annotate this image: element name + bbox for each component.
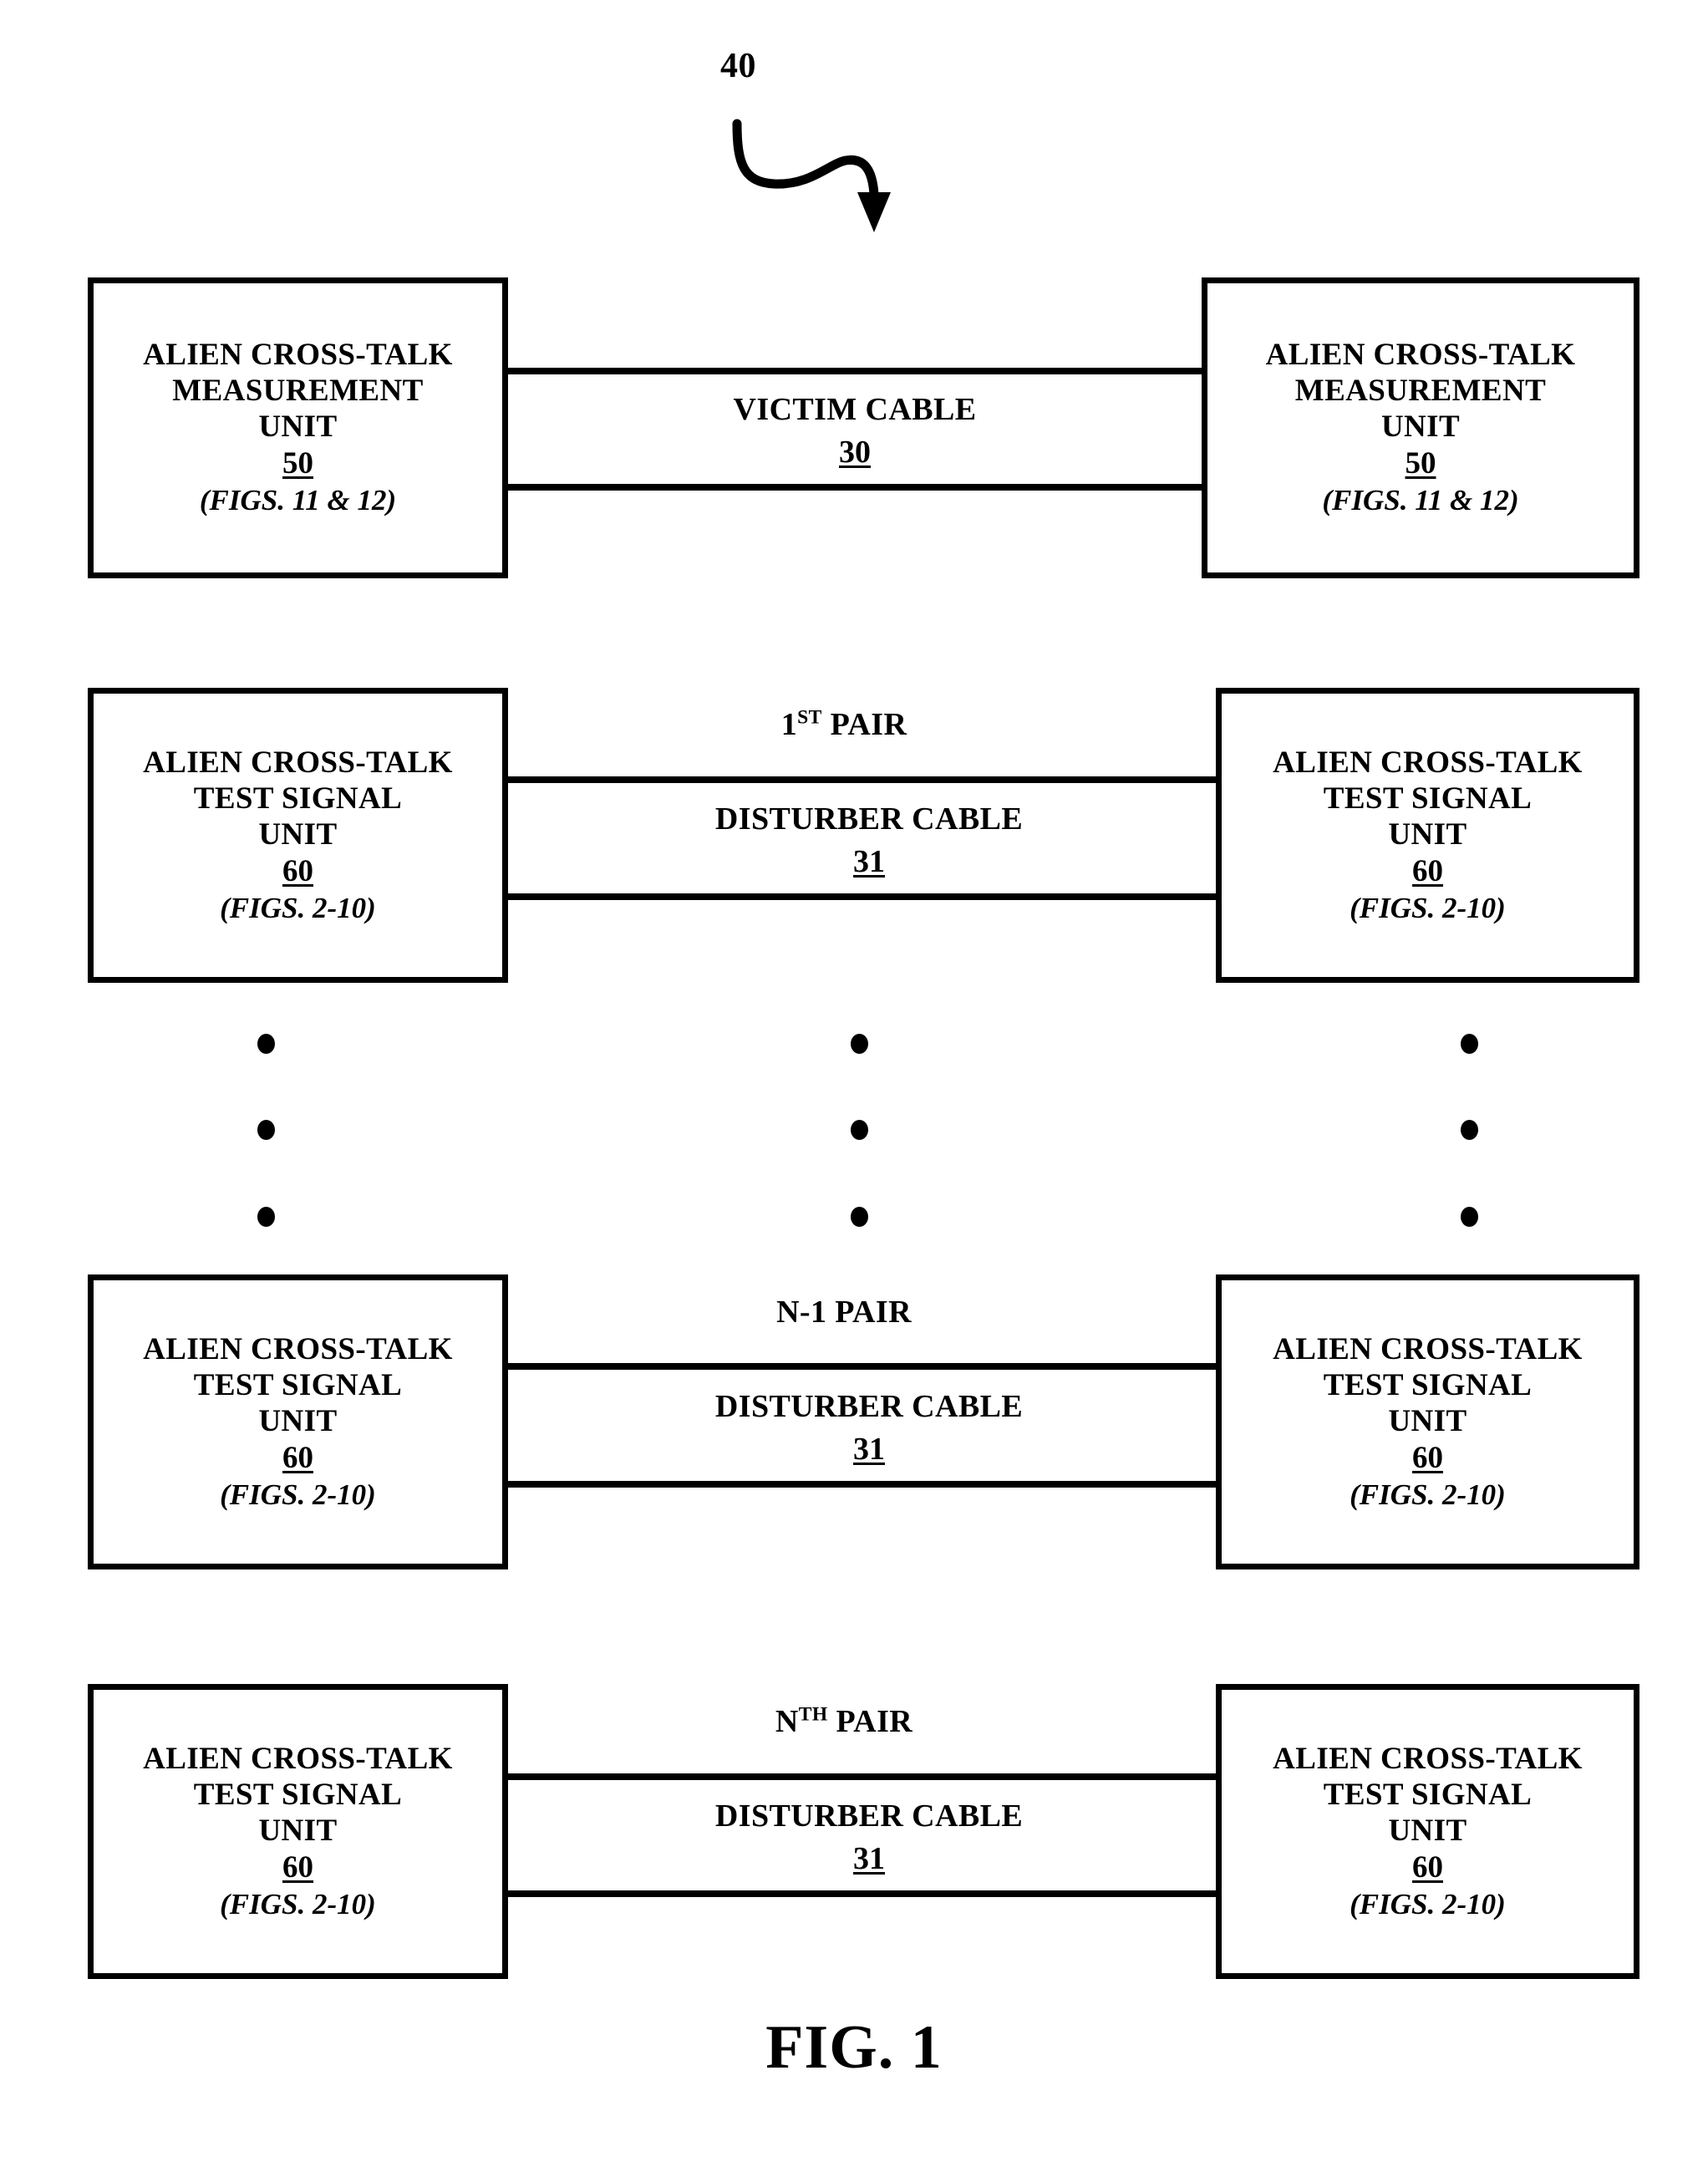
unit-reference-number: 60	[1412, 1849, 1443, 1885]
lead-arrow-icon	[732, 119, 891, 232]
pair-word: PAIR	[827, 1704, 913, 1739]
unit-title-line3: UNIT	[1388, 1813, 1467, 1848]
test-signal-unit-left-nth-pair[interactable]: ALIEN CROSS-TALK TEST SIGNAL UNIT 60 (FI…	[88, 1684, 508, 1979]
unit-figs-reference: (FIGS. 2-10)	[1350, 1478, 1506, 1511]
unit-title-line2: TEST SIGNAL	[193, 1367, 403, 1402]
cable-reference-number: 30	[839, 434, 871, 470]
patent-figure-sheet: 40 ALIEN CROSS-TALK MEASUREMENT UNIT 50 …	[0, 0, 1708, 2157]
unit-title-line3: UNIT	[1388, 817, 1467, 852]
unit-title-line3: UNIT	[258, 410, 338, 445]
victim-cable-conductor-bottom	[502, 484, 1207, 491]
unit-reference-number: 50	[1405, 446, 1436, 481]
unit-title-line2: MEASUREMENT	[172, 374, 424, 409]
unit-title-line2: TEST SIGNAL	[193, 1777, 403, 1812]
ellipsis-dot-middle-1	[851, 1034, 868, 1054]
unit-title-line3: UNIT	[1380, 410, 1461, 445]
reference-numeral-40: 40	[720, 47, 756, 85]
unit-reference-number: 60	[282, 1849, 313, 1885]
ellipsis-dot-right-1	[1461, 1034, 1478, 1054]
unit-title-line3: UNIT	[258, 1813, 338, 1848]
unit-title-line1: ALIEN CROSS-TALK	[1273, 1331, 1583, 1366]
disturber-cable-caption-1: DISTURBER CABLE 31	[585, 801, 1153, 881]
ellipsis-dot-middle-2	[851, 1120, 868, 1140]
test-signal-unit-right-nth-pair[interactable]: ALIEN CROSS-TALK TEST SIGNAL UNIT 60 (FI…	[1216, 1684, 1639, 1979]
pair-index: N	[775, 1704, 799, 1739]
unit-reference-number: 50	[282, 446, 313, 481]
cable-name-label: VICTIM CABLE	[733, 392, 977, 427]
measurement-unit-left-1[interactable]: ALIEN CROSS-TALK MEASUREMENT UNIT 50 (FI…	[88, 277, 508, 578]
unit-title-line3: UNIT	[258, 817, 338, 852]
pair-ordinal-suffix: ST	[797, 706, 822, 729]
unit-figs-reference: (FIGS. 2-10)	[220, 1887, 376, 1920]
pair-index: N-1	[776, 1295, 827, 1330]
unit-title-line1: ALIEN CROSS-TALK	[1265, 338, 1576, 373]
disturber-cable-conductor-top-1	[502, 776, 1235, 783]
unit-title-line2: TEST SIGNAL	[1323, 1367, 1533, 1402]
unit-title-line3: UNIT	[1388, 1403, 1467, 1438]
disturber-cable-conductor-top-2	[502, 1363, 1235, 1370]
cable-name-label: DISTURBER CABLE	[714, 1389, 1024, 1424]
disturber-cable-conductor-bottom-3	[502, 1890, 1235, 1897]
disturber-cable-caption-3: DISTURBER CABLE 31	[585, 1798, 1153, 1878]
unit-title-line2: TEST SIGNAL	[193, 781, 403, 816]
unit-figs-reference: (FIGS. 2-10)	[220, 1478, 376, 1511]
pair-label-n-minus-1: N-1 PAIR	[585, 1294, 1103, 1330]
cable-reference-number: 31	[853, 843, 885, 879]
pair-word: PAIR	[826, 1295, 912, 1330]
unit-title-line2: TEST SIGNAL	[1323, 1777, 1533, 1812]
pair-word: PAIR	[821, 707, 907, 742]
unit-title-line1: ALIEN CROSS-TALK	[1273, 1741, 1583, 1776]
pair-label-nth: NTH PAIR	[585, 1703, 1103, 1740]
unit-figs-reference: (FIGS. 2-10)	[220, 891, 376, 924]
pair-index: 1	[780, 707, 798, 742]
disturber-cable-conductor-top-3	[502, 1773, 1235, 1780]
unit-reference-number: 60	[282, 853, 313, 888]
unit-reference-number: 60	[282, 1440, 313, 1475]
ellipsis-dot-left-2	[257, 1120, 275, 1140]
victim-cable-caption: VICTIM CABLE 30	[575, 391, 1135, 471]
unit-reference-number: 60	[1412, 1440, 1443, 1475]
ellipsis-dot-middle-3	[851, 1207, 868, 1227]
unit-title-line1: ALIEN CROSS-TALK	[143, 745, 453, 780]
pair-label-1st: 1ST PAIR	[585, 706, 1103, 743]
test-signal-unit-right-n-minus-1-pair[interactable]: ALIEN CROSS-TALK TEST SIGNAL UNIT 60 (FI…	[1216, 1274, 1639, 1569]
victim-cable-conductor-top	[502, 368, 1207, 374]
unit-title-line1: ALIEN CROSS-TALK	[143, 1741, 453, 1776]
test-signal-unit-left-n-minus-1-pair[interactable]: ALIEN CROSS-TALK TEST SIGNAL UNIT 60 (FI…	[88, 1274, 508, 1569]
unit-figs-reference: (FIGS. 11 & 12)	[1322, 484, 1519, 517]
disturber-cable-conductor-bottom-1	[502, 893, 1235, 900]
unit-title-line2: TEST SIGNAL	[1323, 781, 1533, 816]
cable-name-label: DISTURBER CABLE	[714, 1798, 1024, 1834]
unit-figs-reference: (FIGS. 2-10)	[1350, 1887, 1506, 1920]
unit-figs-reference: (FIGS. 11 & 12)	[199, 484, 397, 517]
unit-reference-number: 60	[1412, 853, 1443, 888]
cable-name-label: DISTURBER CABLE	[714, 801, 1024, 837]
measurement-unit-right-1[interactable]: ALIEN CROSS-TALK MEASUREMENT UNIT 50 (FI…	[1202, 277, 1639, 578]
ellipsis-dot-right-3	[1461, 1207, 1478, 1227]
test-signal-unit-left-1st-pair[interactable]: ALIEN CROSS-TALK TEST SIGNAL UNIT 60 (FI…	[88, 688, 508, 983]
ellipsis-dot-left-3	[257, 1207, 275, 1227]
unit-title-line1: ALIEN CROSS-TALK	[1273, 745, 1583, 780]
cable-reference-number: 31	[853, 1431, 885, 1467]
ellipsis-dot-left-1	[257, 1034, 275, 1054]
unit-figs-reference: (FIGS. 2-10)	[1350, 891, 1506, 924]
unit-title-line1: ALIEN CROSS-TALK	[143, 338, 453, 373]
unit-title-line2: MEASUREMENT	[1294, 374, 1547, 409]
cable-reference-number: 31	[853, 1840, 885, 1876]
disturber-cable-conductor-bottom-2	[502, 1481, 1235, 1488]
disturber-cable-caption-2: DISTURBER CABLE 31	[585, 1388, 1153, 1468]
pair-ordinal-suffix: TH	[798, 1703, 828, 1726]
ellipsis-dot-right-2	[1461, 1120, 1478, 1140]
test-signal-unit-right-1st-pair[interactable]: ALIEN CROSS-TALK TEST SIGNAL UNIT 60 (FI…	[1216, 688, 1639, 983]
unit-title-line1: ALIEN CROSS-TALK	[143, 1331, 453, 1366]
figure-caption: FIG. 1	[765, 2013, 943, 2082]
unit-title-line3: UNIT	[258, 1403, 338, 1438]
